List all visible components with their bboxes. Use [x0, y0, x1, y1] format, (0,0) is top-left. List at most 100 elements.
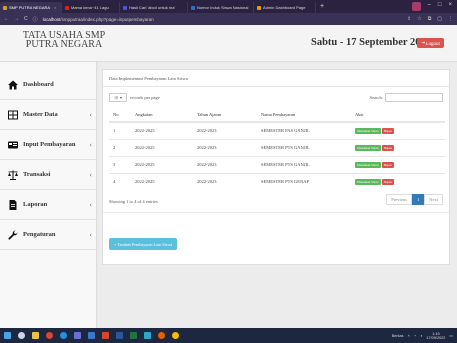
tab-favicon [123, 5, 127, 10]
chevron-left-icon: ‹ [89, 200, 92, 209]
menu-icon[interactable]: ⋮ [448, 16, 453, 22]
chevron-left-icon: ‹ [89, 230, 92, 239]
address-bar: ← → C ⓘ localhost/smpputraa/index.php?pa… [0, 13, 457, 25]
photos-icon[interactable] [144, 332, 151, 339]
panel-divider [103, 212, 449, 213]
logout-icon: ⇥ [421, 40, 425, 45]
panel-title: Data Implementasi Pembayaran Lain Siswa [103, 70, 449, 87]
hapus-button[interactable]: Hapus [381, 161, 394, 168]
pagination: Previous 1 Next [386, 194, 443, 205]
current-date: Sabtu - 17 September 2022 [311, 37, 431, 48]
sidebar-item-dashboard[interactable]: Dashboard [0, 70, 97, 100]
powerpoint-icon[interactable] [102, 332, 109, 339]
cell-nama-pembayaran: SEMESTER PTS GENAP [257, 172, 351, 190]
browser-tab[interactable]: Admin Dashboard Page [254, 2, 316, 13]
hapus-button[interactable]: Hapus [381, 178, 394, 185]
cell-angkatan: 2022-2025 [131, 172, 193, 190]
reload-icon[interactable]: C [24, 16, 28, 22]
profile-icon[interactable] [411, 2, 421, 11]
pagination-page[interactable]: 1 [412, 194, 425, 205]
word-icon[interactable] [116, 332, 123, 339]
tray-label[interactable]: Berkas [392, 334, 404, 338]
close-window-icon[interactable]: × [448, 2, 452, 11]
forward-icon[interactable]: → [14, 16, 19, 22]
column-header[interactable]: Aksi [351, 108, 445, 123]
info-icon[interactable]: ⓘ [33, 16, 38, 23]
masukkan-siswa-button[interactable]: Masukkan Siswa [355, 144, 381, 151]
column-header[interactable]: Nama Pembayaran [257, 108, 351, 123]
url-field[interactable]: localhost/smpputraa/index.php?page=input… [43, 17, 402, 22]
browser-tab[interactable]: Hasil Cari 'abcd untuk ma' [120, 2, 188, 13]
browser-tab[interactable]: Mama kena~41 Lagu [62, 2, 120, 13]
cell-aksi: Masukkan Siswa Hapus [351, 138, 445, 156]
cell-tahun-ajaran: 2022-2023 [193, 138, 257, 156]
search-input[interactable] [385, 93, 443, 102]
school-brand[interactable]: TATA USAHA SMP PUTRA NEGARA [14, 31, 114, 50]
chevron-left-icon: ‹ [89, 170, 92, 179]
table-row: 2 2022-2025 2022-2023 SEMESTER PTS GANJI… [109, 138, 445, 156]
windows-start-icon[interactable] [4, 332, 11, 339]
pagination-previous[interactable]: Previous [386, 194, 412, 205]
excel-icon[interactable] [130, 332, 137, 339]
edge-icon[interactable] [60, 332, 67, 339]
add-payment-button[interactable]: + Tambah Pembayaran Lain Siswa [109, 238, 178, 250]
mail-icon[interactable] [88, 332, 95, 339]
wrench-icon [8, 230, 18, 240]
pagination-next[interactable]: Next [424, 194, 443, 205]
address-bar-actions: ⇪ ☆ ⧉ ▢ ⋮ [407, 16, 453, 22]
network-icon[interactable]: ◔ [414, 334, 416, 338]
volume-icon[interactable]: ◖ [420, 334, 422, 338]
firefox-icon[interactable] [158, 332, 165, 339]
page-size-select[interactable]: 10 ▾ [109, 93, 127, 102]
file-icon [9, 199, 17, 210]
maximize-icon[interactable]: □ [438, 2, 442, 11]
sidebar-icon[interactable]: ▢ [437, 16, 442, 22]
browser-tab-bar: SMP PUTRA NEGARA × Mama kena~41 Lagu Hasi… [0, 0, 457, 13]
back-icon[interactable]: ← [4, 16, 9, 22]
new-tab-button[interactable]: + [316, 3, 328, 10]
system-tray: Berkas ˄ ◔ ◖ 1:19 17/09/2022 ▭ [392, 332, 453, 340]
sidebar-item-pengaturan[interactable]: Pengaturan ‹ [0, 220, 97, 250]
app-icon[interactable] [172, 332, 179, 339]
clock[interactable]: 1:19 17/09/2022 [426, 332, 445, 340]
sidebar-item-input-pembayaran[interactable]: Input Pembayaran ‹ [0, 130, 97, 160]
cell-aksi: Masukkan Siswa Hapus [351, 121, 445, 139]
clock-date: 17/09/2022 [426, 335, 446, 340]
table-header-row: No Angkatan Tahun Ajaran Nama Pembayaran… [109, 108, 445, 123]
cell-no: 3 [109, 155, 131, 173]
cell-tahun-ajaran: 2022-2023 [193, 121, 257, 139]
star-icon[interactable]: ☆ [417, 16, 421, 22]
table-controls: 10 ▾ records per page Search: [109, 93, 443, 102]
share-icon[interactable]: ⇪ [407, 16, 411, 22]
cell-no: 2 [109, 138, 131, 156]
close-icon[interactable]: × [54, 5, 56, 10]
cell-angkatan: 2022-2025 [131, 155, 193, 173]
hapus-button[interactable]: Hapus [381, 127, 394, 134]
chrome-icon[interactable] [46, 332, 53, 339]
column-header[interactable]: Angkatan [131, 108, 193, 123]
extensions-icon[interactable]: ⧉ [428, 16, 432, 22]
masukkan-siswa-button[interactable]: Masukkan Siswa [355, 127, 381, 134]
masukkan-siswa-button[interactable]: Masukkan Siswa [355, 178, 381, 185]
sidebar-item-laporan[interactable]: Laporan ‹ [0, 190, 97, 220]
tab-favicon [65, 5, 69, 10]
file-explorer-icon[interactable] [32, 332, 39, 339]
minimize-icon[interactable]: – [428, 2, 431, 11]
store-icon[interactable] [74, 332, 81, 339]
sidebar: Dashboard Master Data ‹ Input Pembayaran… [0, 62, 97, 328]
sidebar-item-transaksi[interactable]: Transaksi ‹ [0, 160, 97, 190]
logout-button[interactable]: ⇥ Logout [417, 38, 444, 48]
card-icon [8, 141, 18, 148]
hapus-button[interactable]: Hapus [381, 144, 394, 151]
sidebar-item-master-data[interactable]: Master Data ‹ [0, 100, 97, 130]
browser-tab[interactable]: SMP PUTRA NEGARA × [0, 2, 62, 13]
chevron-up-icon[interactable]: ˄ [408, 334, 410, 338]
masukkan-siswa-button[interactable]: Masukkan Siswa [355, 161, 381, 168]
column-header[interactable]: No [109, 108, 131, 123]
column-header[interactable]: Tahun Ajaran [193, 108, 257, 123]
browser-tab[interactable]: Nomor Induk Siswa Nasional [188, 2, 254, 13]
cell-angkatan: 2022-2025 [131, 121, 193, 139]
notification-icon[interactable]: ▭ [449, 333, 453, 338]
cell-aksi: Masukkan Siswa Hapus [351, 155, 445, 173]
search-icon[interactable] [18, 332, 25, 339]
